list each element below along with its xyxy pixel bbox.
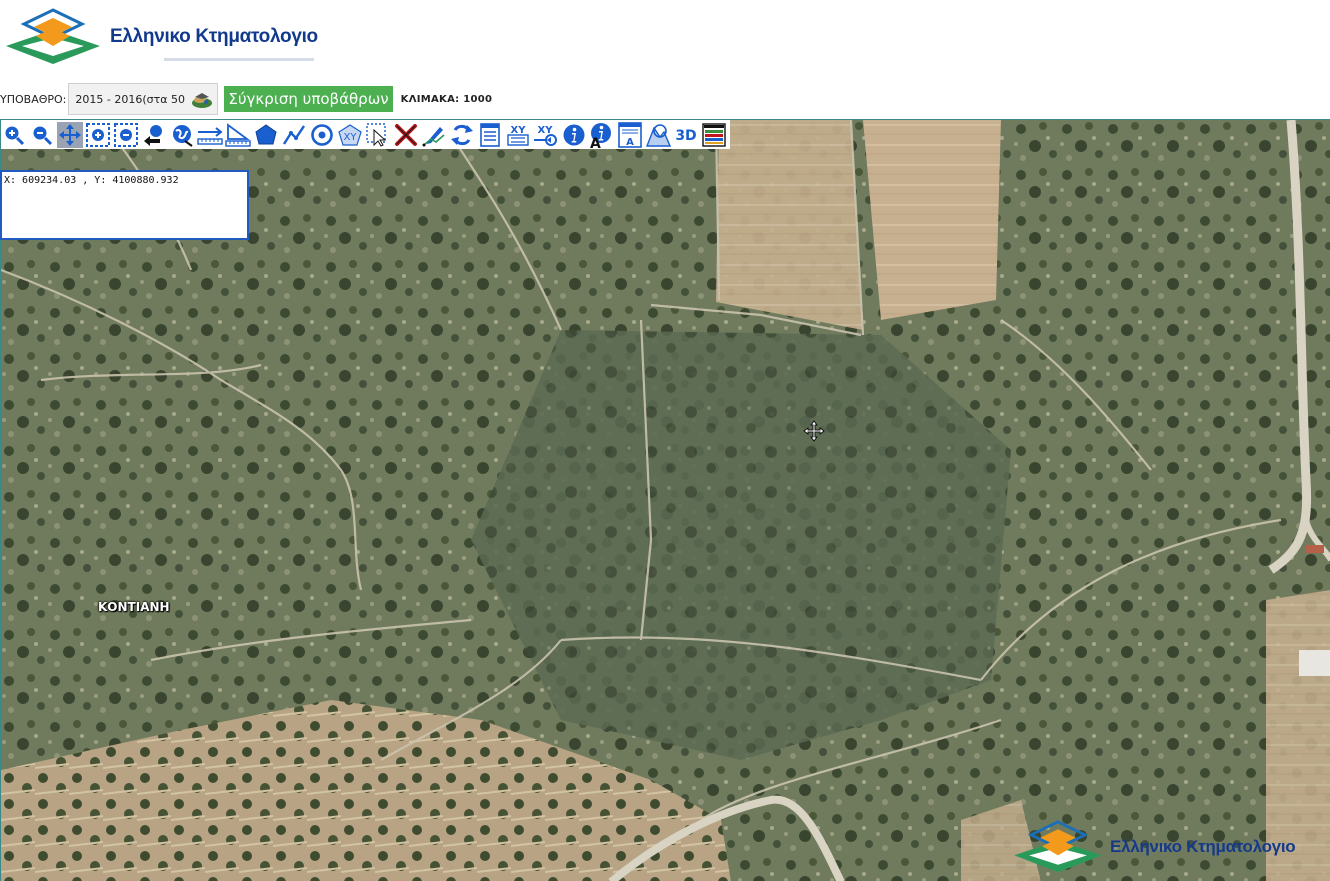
legend-button[interactable] bbox=[701, 122, 727, 148]
zoom-box-in-button[interactable] bbox=[85, 122, 111, 148]
layers-button[interactable] bbox=[645, 122, 671, 148]
draw-polyline-button[interactable] bbox=[281, 122, 307, 148]
zoom-in-button[interactable] bbox=[1, 122, 27, 148]
zoom-out-button[interactable] bbox=[29, 122, 55, 148]
print-button[interactable]: A bbox=[617, 121, 643, 148]
watermark-logo: Ελληνικο Κτηματολογιο bbox=[1012, 820, 1296, 874]
3d-text: 3D bbox=[675, 128, 696, 144]
print-a-text: A bbox=[626, 137, 634, 148]
place-label: ΚΟΝΤΙΑΝΗ bbox=[98, 600, 170, 614]
ktimatologio-emblem-icon bbox=[6, 8, 100, 64]
full-extent-icon bbox=[173, 124, 193, 147]
zoom-out-icon bbox=[33, 126, 53, 145]
previous-extent-icon bbox=[144, 124, 162, 146]
select-button[interactable] bbox=[365, 122, 391, 148]
clear-button[interactable] bbox=[393, 122, 419, 148]
3d-button[interactable]: 3D bbox=[673, 122, 699, 148]
zoom-box-in-icon bbox=[86, 122, 110, 147]
info-text-icon: A bbox=[590, 122, 611, 148]
draw-circle-button[interactable] bbox=[309, 122, 335, 148]
xy-list-button[interactable]: XY bbox=[505, 122, 531, 148]
compare-basemaps-button[interactable]: Σύγκριση υποβάθρων bbox=[224, 86, 393, 112]
info-text-button[interactable]: A bbox=[589, 122, 615, 148]
measure-distance-icon bbox=[197, 126, 223, 145]
ktimatologio-logo[interactable]: Ελληνικο Κτηματολογιο bbox=[4, 8, 318, 66]
refresh-button[interactable] bbox=[449, 122, 475, 148]
info-button[interactable] bbox=[561, 122, 587, 148]
xy-polygon-button[interactable]: XY bbox=[337, 122, 363, 148]
layers-icon bbox=[645, 123, 671, 147]
scale-label: ΚΛΙΜΑΚΑ: 1000 bbox=[400, 93, 493, 105]
a-letter-text: A bbox=[590, 136, 601, 148]
pan-icon bbox=[59, 123, 81, 146]
map-toolbar: XY XY XY A A 3D bbox=[1, 120, 730, 149]
xy-goto-icon: XY bbox=[534, 125, 557, 146]
legend-icon bbox=[702, 122, 726, 147]
full-extent-button[interactable] bbox=[169, 122, 195, 148]
ktimatologio-watermark-icon bbox=[1014, 820, 1102, 873]
basemap-selected-value: 2015 - 2016(στα 50 bbox=[75, 92, 185, 106]
basemap-label: ΥΠΟΒΑΘΡΟ: bbox=[0, 92, 67, 106]
zoom-in-icon bbox=[5, 126, 25, 145]
header: Ελληνικο Κτηματολογιο bbox=[0, 0, 1330, 80]
edit-button[interactable] bbox=[421, 122, 447, 148]
report-icon bbox=[480, 122, 500, 147]
xy-text: XY bbox=[344, 132, 358, 143]
xy-goto-button[interactable]: XY bbox=[533, 122, 559, 148]
xy-list-icon: XY bbox=[507, 125, 529, 146]
aerial-photo-icon bbox=[192, 93, 213, 108]
3d-icon: 3D bbox=[675, 128, 696, 144]
coordinates-text: X: 609234.03 , Y: 4100880.932 bbox=[4, 175, 179, 186]
move-cursor-icon bbox=[803, 420, 825, 442]
coordinates-box: X: 609234.03 , Y: 4100880.932 bbox=[0, 170, 249, 240]
watermark-logo-text: Ελληνικο Κτηματολογιο bbox=[1110, 837, 1296, 856]
info-icon bbox=[563, 124, 585, 145]
polyline-icon bbox=[282, 124, 305, 145]
logo-subtitle-line bbox=[164, 58, 314, 61]
refresh-icon bbox=[451, 124, 473, 145]
clear-icon bbox=[395, 123, 417, 146]
draw-polygon-button[interactable] bbox=[253, 122, 279, 148]
select-icon bbox=[366, 122, 387, 147]
print-icon: A bbox=[618, 121, 642, 148]
measure-distance-button[interactable] bbox=[197, 122, 223, 148]
xy-polygon-icon: XY bbox=[338, 123, 362, 146]
measure-area-button[interactable] bbox=[225, 122, 251, 148]
zoom-box-out-button[interactable] bbox=[113, 122, 139, 148]
report-button[interactable] bbox=[477, 122, 503, 148]
circle-icon bbox=[311, 123, 333, 146]
measure-area-icon bbox=[225, 122, 251, 147]
basemap-bar: ΥΠΟΒΑΘΡΟ: 2015 - 2016(στα 50 Σύγκριση υπ… bbox=[0, 82, 1330, 116]
edit-icon bbox=[422, 126, 445, 146]
zoom-box-out-icon bbox=[114, 122, 138, 147]
pan-button[interactable] bbox=[57, 121, 83, 148]
basemap-select[interactable]: 2015 - 2016(στα 50 bbox=[68, 83, 219, 115]
logo-text: Ελληνικο Κτηματολογιο bbox=[110, 26, 318, 47]
polygon-icon bbox=[255, 123, 277, 144]
previous-extent-button[interactable] bbox=[141, 122, 167, 148]
